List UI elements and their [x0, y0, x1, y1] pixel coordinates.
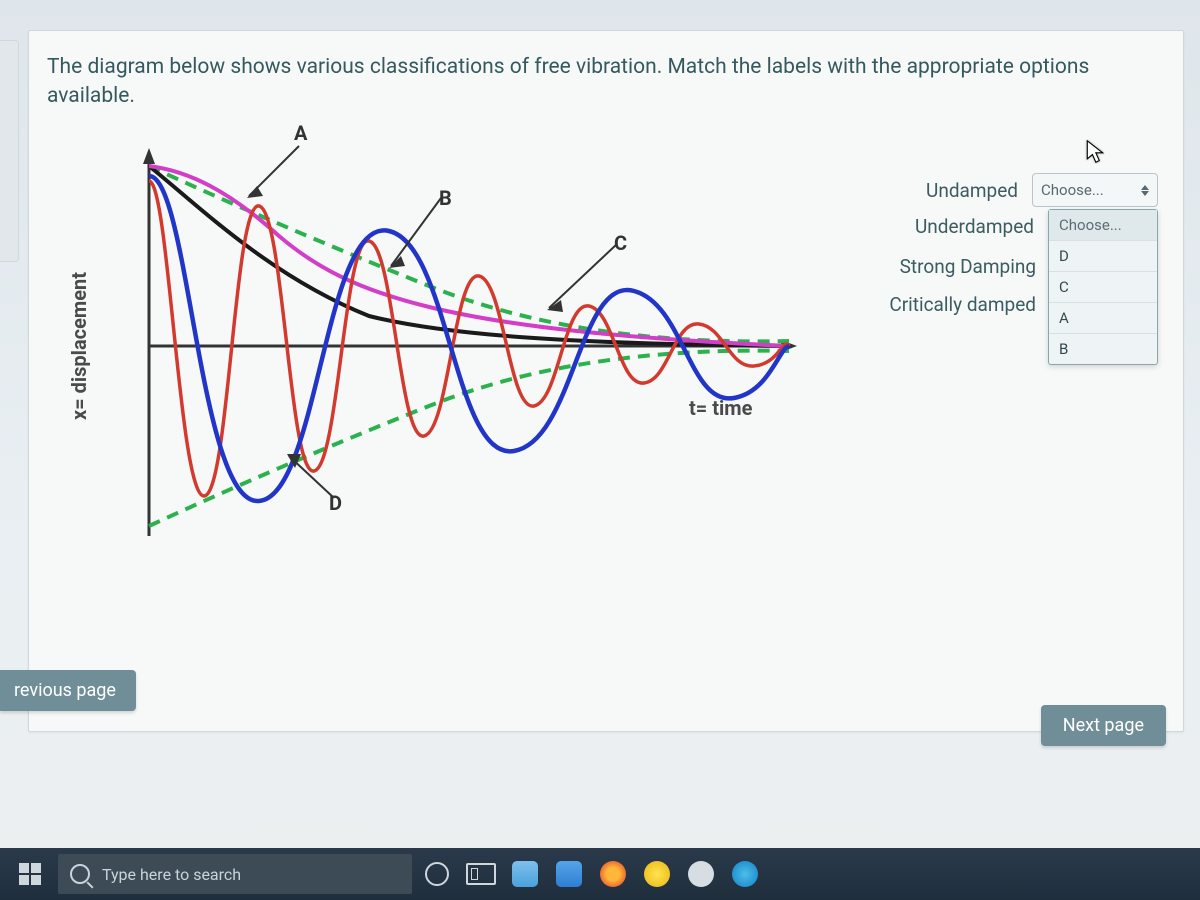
matching-table: Undamped Choose... Underdamped Choose...…	[843, 171, 1158, 323]
settings-icon	[688, 861, 714, 887]
task-view-button[interactable]	[462, 854, 500, 894]
select-option-c[interactable]: C	[1049, 271, 1157, 302]
curve-label-c: C	[614, 231, 627, 255]
taskbar-app-store[interactable]	[506, 854, 544, 894]
windows-taskbar: Type here to search	[0, 848, 1200, 900]
y-axis-label: x= displacement	[67, 272, 91, 420]
search-icon	[70, 864, 90, 884]
taskbar-app-mail[interactable]	[550, 854, 588, 894]
start-button[interactable]	[8, 852, 52, 896]
search-placeholder: Type here to search	[102, 865, 241, 884]
select-option-placeholder[interactable]: Choose...	[1049, 210, 1157, 240]
question-prompt: The diagram below shows various classifi…	[47, 53, 1165, 112]
select-underdamped-open[interactable]: Choose... D C A B	[1048, 209, 1158, 365]
cortana-button[interactable]	[418, 854, 456, 894]
match-label: Undamped	[843, 179, 1018, 202]
vibration-diagram: x= displacement t= time	[89, 136, 809, 556]
shield-icon	[600, 861, 626, 887]
edge-icon	[732, 861, 758, 887]
plot-area: A B C D	[129, 136, 809, 556]
select-option-a[interactable]: A	[1049, 302, 1157, 333]
previous-page-button[interactable]: revious page	[0, 670, 136, 711]
match-label: Critically damped	[843, 293, 1036, 316]
match-row-underdamped: Underdamped Choose... D C A B	[843, 209, 1158, 247]
question-card: The diagram below shows various classifi…	[28, 30, 1184, 732]
mail-icon	[556, 861, 582, 887]
task-view-icon	[466, 863, 496, 885]
windows-logo-icon	[19, 863, 41, 885]
match-row-undamped: Undamped Choose...	[843, 171, 1158, 209]
curve-label-a: A	[294, 121, 307, 145]
taskbar-app-chrome[interactable]	[638, 854, 676, 894]
curve-label-b: B	[439, 186, 452, 210]
taskbar-search[interactable]: Type here to search	[58, 854, 412, 894]
next-page-button[interactable]: Next page	[1041, 705, 1166, 746]
select-undamped[interactable]: Choose...	[1032, 173, 1158, 207]
match-label: Underdamped	[843, 209, 1034, 238]
taskbar-app-security[interactable]	[594, 854, 632, 894]
taskbar-app-edge[interactable]	[726, 854, 764, 894]
circle-icon	[425, 862, 449, 886]
curve-label-d: D	[329, 491, 342, 515]
select-placeholder: Choose...	[1041, 181, 1104, 199]
store-icon	[512, 861, 538, 887]
taskbar-app-settings[interactable]	[682, 854, 720, 894]
match-label: Strong Damping	[843, 255, 1036, 278]
collapsed-side-panel[interactable]	[0, 40, 19, 262]
select-option-d[interactable]: D	[1049, 240, 1157, 271]
chrome-icon	[644, 861, 670, 887]
select-option-b[interactable]: B	[1049, 333, 1157, 364]
updown-icon	[1141, 185, 1149, 196]
